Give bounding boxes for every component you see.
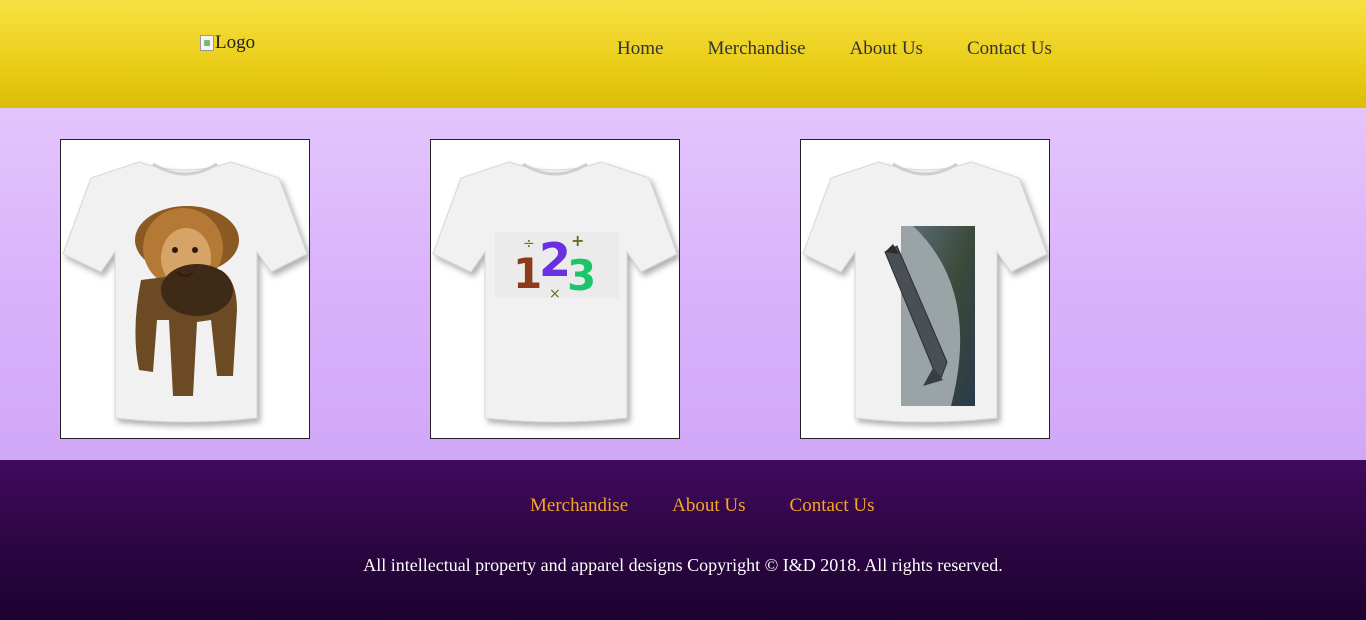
- glyph-times: ×: [549, 286, 561, 302]
- lion-tshirt-image: [62, 161, 308, 423]
- product-card-123-tshirt[interactable]: 1 2 3 ÷ + ×: [430, 139, 680, 439]
- footer-link-about-us[interactable]: About Us: [672, 495, 745, 517]
- copyright-notice: All intellectual property and apparel de…: [363, 555, 1003, 575]
- rocket-tshirt-image: [802, 161, 1048, 423]
- product-card-rocket-tshirt[interactable]: [800, 139, 1050, 439]
- site-header: Logo Home Merchandise About Us Contact U…: [0, 0, 1366, 108]
- nav-link-home[interactable]: Home: [617, 38, 663, 60]
- product-gallery: 1 2 3 ÷ + ×: [0, 108, 1366, 460]
- site-footer: Merchandise About Us Contact Us All inte…: [0, 460, 1366, 620]
- glyph-1: 1: [513, 249, 542, 298]
- nav-link-about-us[interactable]: About Us: [850, 38, 923, 60]
- broken-image-icon: [200, 35, 214, 51]
- glyph-3: 3: [567, 251, 596, 300]
- logo[interactable]: Logo: [200, 32, 256, 53]
- numbers-tshirt-image: 1 2 3 ÷ + ×: [432, 161, 678, 423]
- glyph-plus: +: [571, 231, 584, 250]
- main-nav: Home Merchandise About Us Contact Us: [617, 38, 1096, 60]
- footer-link-merchandise[interactable]: Merchandise: [530, 495, 628, 517]
- footer-nav: Merchandise About Us Contact Us: [530, 495, 918, 517]
- logo-alt-text: Logo: [215, 32, 256, 53]
- product-card-lion-tshirt[interactable]: [60, 139, 310, 439]
- nav-link-contact-us[interactable]: Contact Us: [967, 38, 1052, 60]
- nav-link-merchandise[interactable]: Merchandise: [707, 38, 805, 60]
- glyph-divide: ÷: [523, 236, 535, 252]
- footer-link-contact-us[interactable]: Contact Us: [790, 495, 875, 517]
